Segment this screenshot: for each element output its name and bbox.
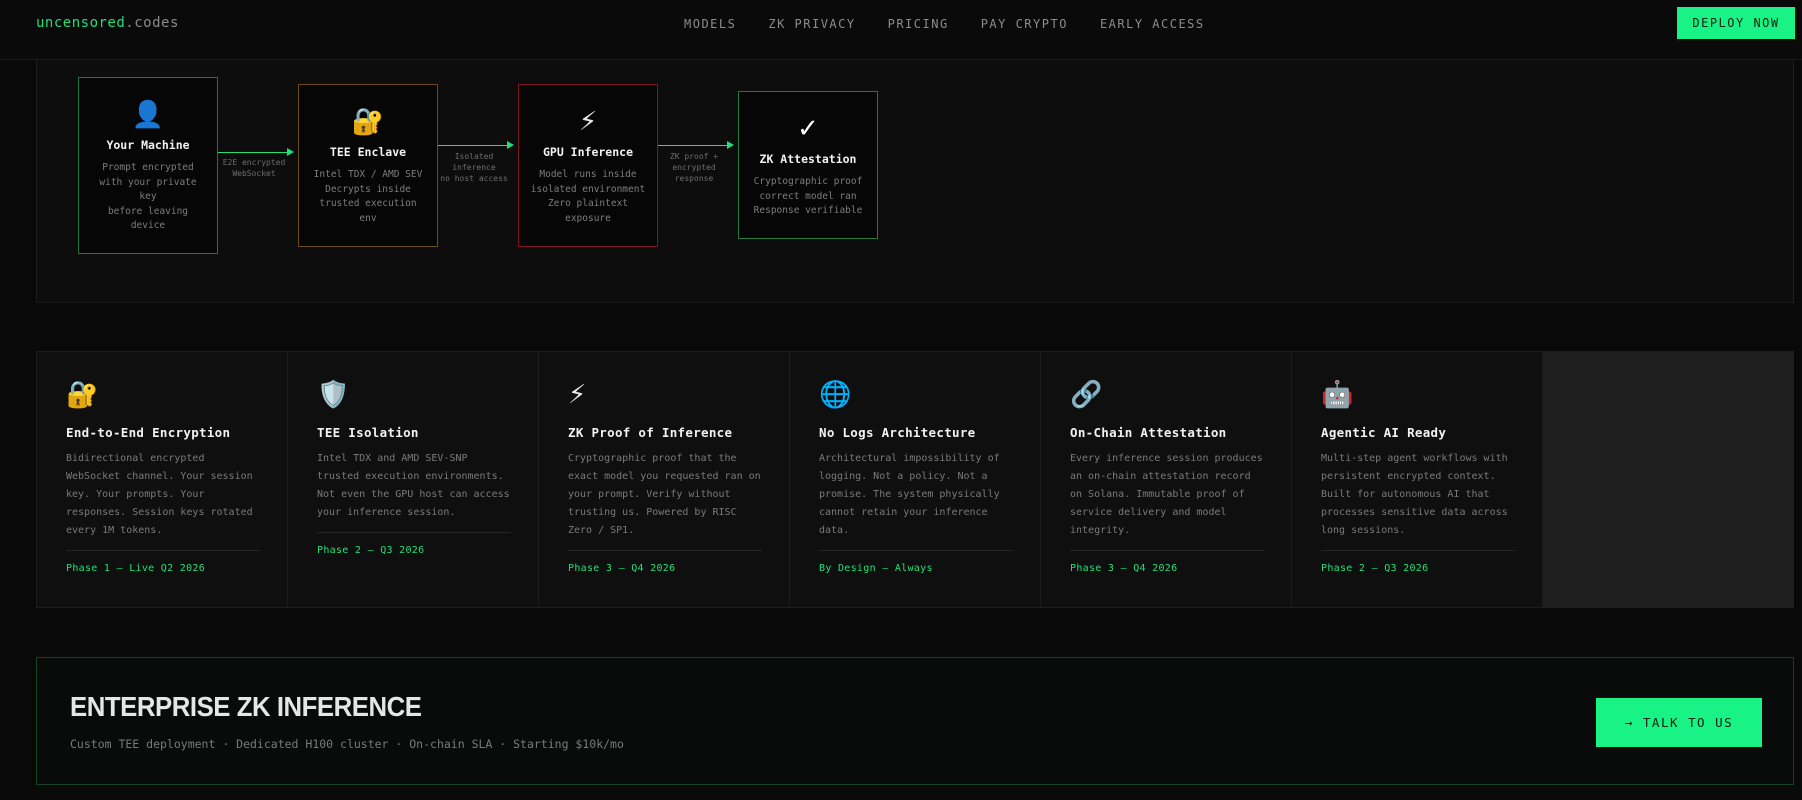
node-your-machine: 👤 Your Machine Prompt encrypted with you… xyxy=(78,77,218,254)
shield-icon: 🛡️ xyxy=(317,380,350,410)
arrow-1-label: E2E encrypted WebSocket xyxy=(222,158,286,178)
link-icon: 🔗 xyxy=(1070,380,1103,410)
lock-key-icon: 🔐 xyxy=(351,107,385,137)
arrow-3-head xyxy=(727,141,734,149)
feature-title: TEE Isolation xyxy=(317,425,419,440)
node-title: GPU Inference xyxy=(542,145,633,159)
node-tee-enclave: 🔐 TEE Enclave Intel TDX / AMD SEV Decryp… xyxy=(298,84,438,247)
logo-secondary: .codes xyxy=(125,15,179,31)
node-desc: Model runs inside isolated environment Z… xyxy=(530,169,646,224)
arrow-1 xyxy=(218,152,288,153)
feature-desc: Architectural impossibility of logging. … xyxy=(819,453,1000,536)
feature-phase: Phase 3 — Q4 2026 xyxy=(1070,563,1178,574)
nav-link-zk-privacy[interactable]: ZK PRIVACY xyxy=(768,17,855,31)
lightning-icon: ⚡ xyxy=(578,107,598,137)
node-title: TEE Enclave xyxy=(329,145,407,159)
nav-link-early-access[interactable]: EARLY ACCESS xyxy=(1100,17,1205,31)
node-gpu-inference: ⚡ GPU Inference Model runs inside isolat… xyxy=(518,84,658,247)
top-nav: uncensored.codes MODELS ZK PRIVACY PRICI… xyxy=(0,0,1802,60)
globe-icon: 🌐 xyxy=(819,380,852,410)
enterprise-title: ENTERPRISE ZK INFERENCE xyxy=(70,691,422,722)
arrow-1-head xyxy=(287,148,294,156)
feature-phase: Phase 1 — Live Q2 2026 xyxy=(66,563,206,574)
feature-card-agentic-ai: 🤖 Agentic AI Ready Multi-step agent work… xyxy=(1292,352,1543,607)
node-desc: Intel TDX / AMD SEV Decrypts inside trus… xyxy=(313,169,423,224)
feature-title: On-Chain Attestation xyxy=(1070,425,1227,440)
feature-title: No Logs Architecture xyxy=(819,425,976,440)
feature-desc: Intel TDX and AMD SEV-SNP trusted execut… xyxy=(317,453,510,518)
divider xyxy=(1070,550,1264,551)
lock-key-icon: 🔐 xyxy=(66,380,99,410)
feature-title: ZK Proof of Inference xyxy=(568,425,733,440)
nav-link-pay-crypto[interactable]: PAY CRYPTO xyxy=(981,17,1068,31)
feature-desc: Every inference session produces an on-c… xyxy=(1070,453,1263,536)
feature-title: Agentic AI Ready xyxy=(1321,425,1447,440)
checkmark-icon: ✓ xyxy=(797,114,819,144)
deploy-now-button[interactable]: DEPLOY NOW xyxy=(1677,7,1795,39)
lightning-icon: ⚡ xyxy=(568,380,587,410)
enterprise-subtitle: Custom TEE deployment · Dedicated H100 c… xyxy=(70,737,624,751)
node-desc: Cryptographic proof correct model ran Re… xyxy=(753,176,863,216)
feature-desc: Cryptographic proof that the exact model… xyxy=(568,453,761,536)
feature-desc: Multi-step agent workflows with persiste… xyxy=(1321,453,1508,536)
enterprise-banner: ENTERPRISE ZK INFERENCE Custom TEE deplo… xyxy=(36,657,1794,785)
feature-card-zk-proof: ⚡ ZK Proof of Inference Cryptographic pr… xyxy=(539,352,790,607)
feature-card-no-logs: 🌐 No Logs Architecture Architectural imp… xyxy=(790,352,1041,607)
feature-desc: Bidirectional encrypted WebSocket channe… xyxy=(66,453,253,536)
divider xyxy=(317,532,511,533)
divider xyxy=(568,550,762,551)
features-grid: 🔐 End-to-End Encryption Bidirectional en… xyxy=(36,351,1794,608)
feature-phase: Phase 3 — Q4 2026 xyxy=(568,563,676,574)
arrow-3-label: ZK proof + encrypted response xyxy=(669,152,719,183)
feature-card-on-chain-attestation: 🔗 On-Chain Attestation Every inference s… xyxy=(1041,352,1292,607)
user-icon: 👤 xyxy=(131,100,165,130)
robot-icon: 🤖 xyxy=(1321,380,1354,410)
feature-card-e2e-encryption: 🔐 End-to-End Encryption Bidirectional en… xyxy=(37,352,288,607)
feature-card-tee-isolation: 🛡️ TEE Isolation Intel TDX and AMD SEV-S… xyxy=(288,352,539,607)
nav-link-pricing[interactable]: PRICING xyxy=(888,17,949,31)
divider xyxy=(819,550,1013,551)
feature-phase: By Design — Always xyxy=(819,563,933,574)
talk-to-us-button[interactable]: → TALK TO US xyxy=(1596,698,1762,747)
nav-link-models[interactable]: MODELS xyxy=(684,17,736,31)
architecture-diagram: 👤 Your Machine Prompt encrypted with you… xyxy=(36,60,1794,303)
feature-title: End-to-End Encryption xyxy=(66,425,231,440)
feature-phase: Phase 2 — Q3 2026 xyxy=(1321,563,1429,574)
arrow-2 xyxy=(438,145,508,146)
nav-links: MODELS ZK PRIVACY PRICING PAY CRYPTO EAR… xyxy=(684,17,1237,31)
logo[interactable]: uncensored.codes xyxy=(36,15,179,31)
node-title: Your Machine xyxy=(106,138,190,152)
logo-primary: uncensored xyxy=(36,15,126,31)
divider xyxy=(66,550,260,551)
divider xyxy=(1321,550,1515,551)
node-zk-attestation: ✓ ZK Attestation Cryptographic proof cor… xyxy=(738,91,878,239)
arrow-2-label: Isolated inference no host access xyxy=(440,152,508,183)
arrow-3 xyxy=(658,145,728,146)
feature-phase: Phase 2 — Q3 2026 xyxy=(317,545,425,556)
node-desc: Prompt encrypted with your private key b… xyxy=(99,162,197,231)
node-title: ZK Attestation xyxy=(759,152,857,166)
arrow-2-head xyxy=(507,141,514,149)
